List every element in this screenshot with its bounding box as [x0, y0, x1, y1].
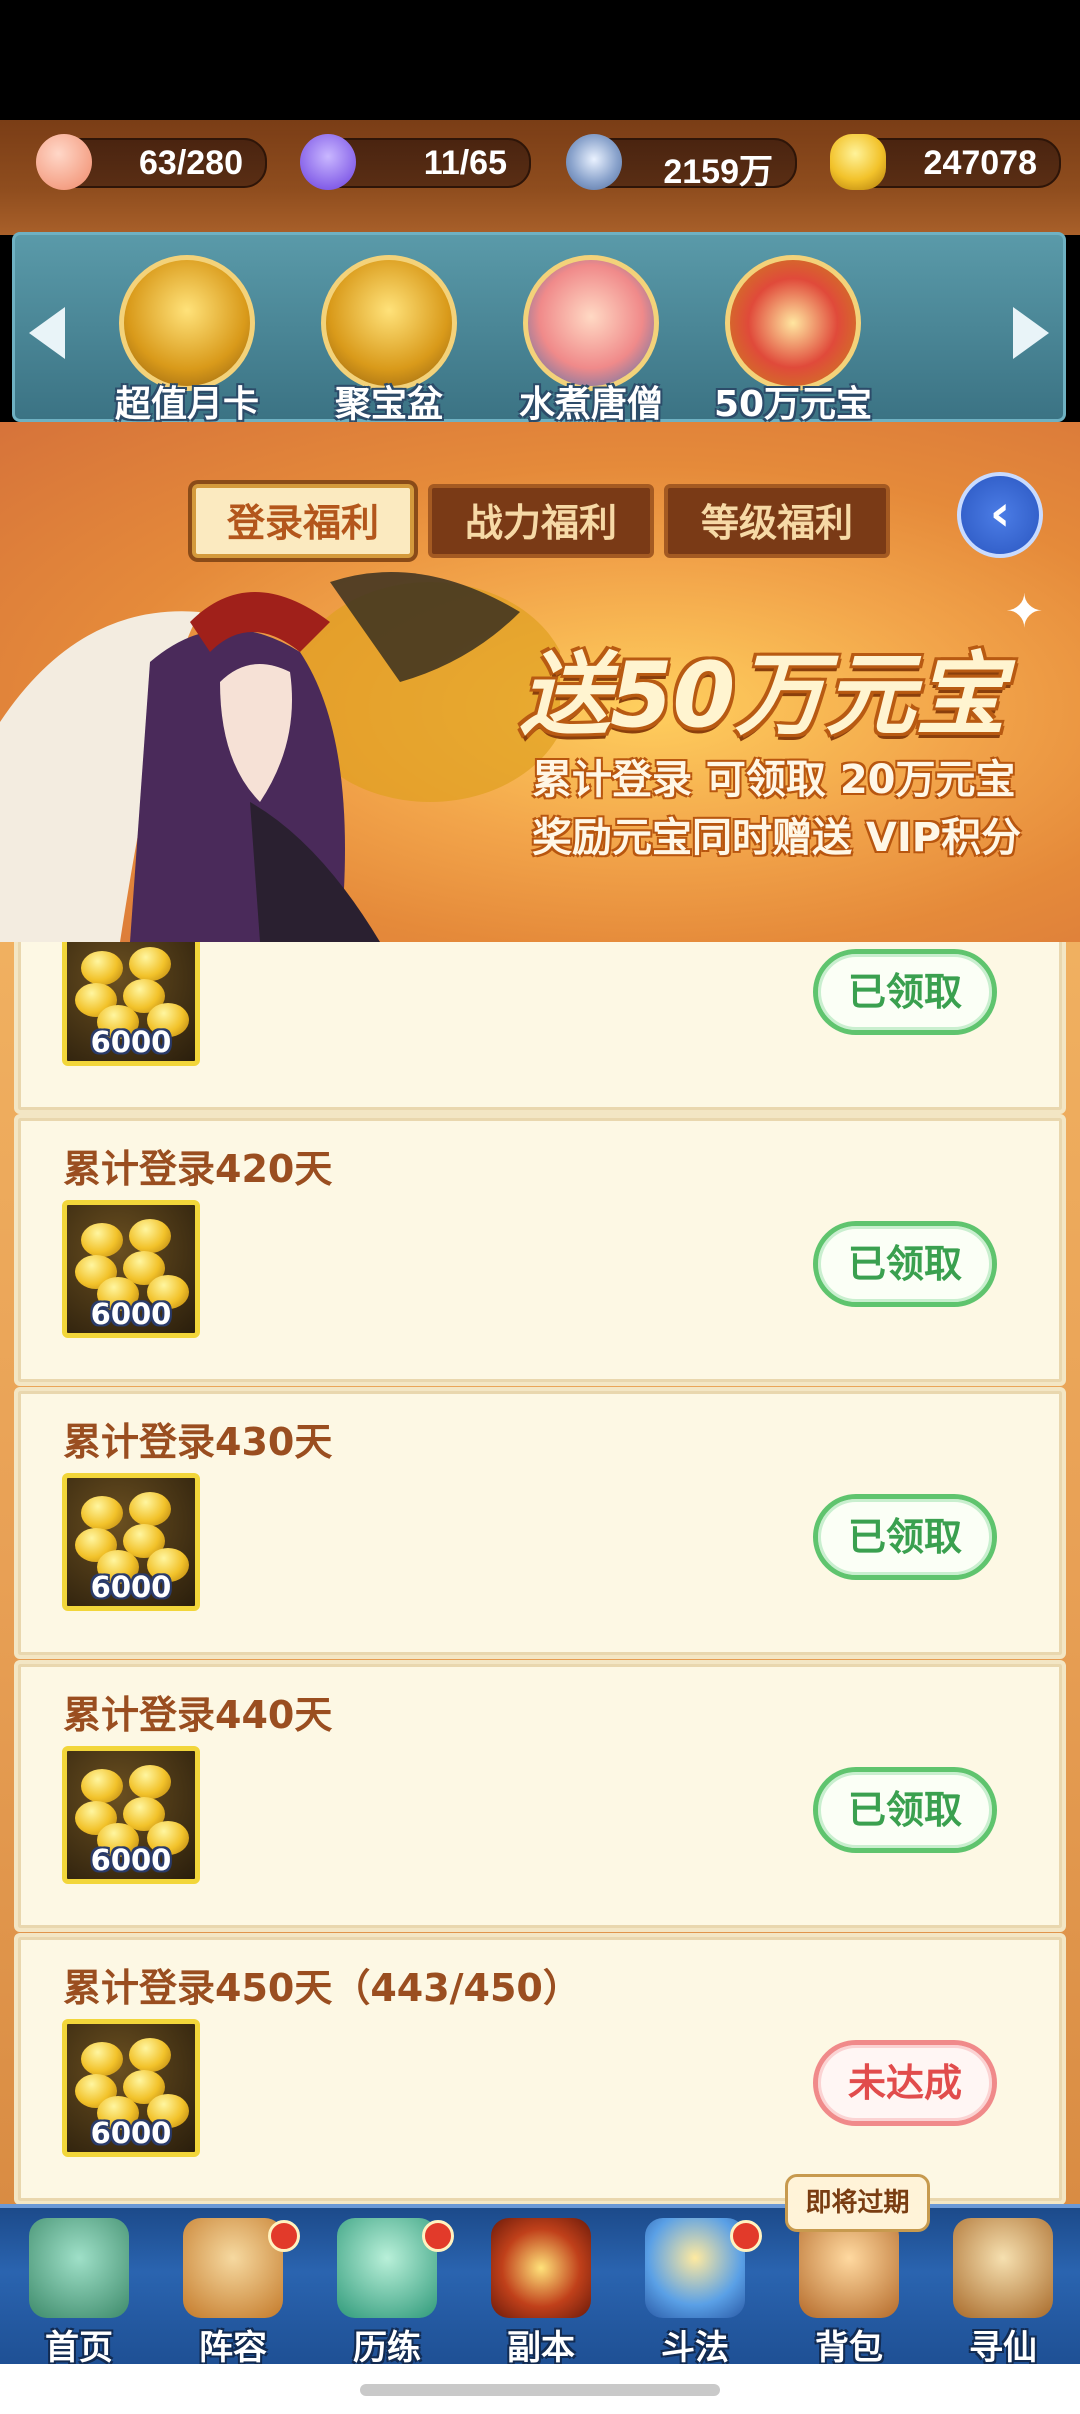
- gold-ingot-reward-icon: 6000: [62, 942, 200, 1066]
- reward-title: 累计登录440天: [63, 1693, 333, 1737]
- nav-label: 阵容: [199, 2328, 267, 2368]
- treasure-bowl-icon: [321, 255, 457, 391]
- status-bar: [0, 0, 1080, 120]
- monk-icon: [523, 255, 659, 391]
- gold-ingot-icon: [830, 134, 886, 190]
- shortcut-label: 超值月卡: [114, 384, 259, 425]
- nav-bag[interactable]: 背包: [772, 2208, 926, 2368]
- nav-label: 斗法: [661, 2328, 729, 2368]
- claimed-button[interactable]: 已领取: [813, 1494, 997, 1580]
- notification-dot: [422, 2220, 454, 2252]
- stamina-value: 63/280: [139, 144, 243, 182]
- reward-title: 累计登录450天（443/450）: [63, 1966, 581, 2010]
- banner-line-1: 累计登录 可领取 20万元宝: [532, 757, 1016, 803]
- claimed-button[interactable]: 已领取: [813, 1221, 997, 1307]
- nav-scroll[interactable]: 寻仙: [926, 2208, 1080, 2368]
- resource-bar: 63/280 11/65 2159万 247078: [0, 120, 1080, 235]
- spirit-value: 11/65: [423, 144, 507, 182]
- banner-title: 送50万元宝: [520, 643, 1006, 748]
- dungeon-icon: [491, 2218, 591, 2318]
- gold-ingot-reward-icon: 6000: [62, 1473, 200, 1611]
- nav-label: 副本: [507, 2328, 575, 2368]
- reward-quantity: 6000: [90, 1843, 172, 1877]
- peach-icon: [36, 134, 92, 190]
- shortcut-monk[interactable]: 水煮唐僧: [511, 255, 671, 425]
- arrow-right-icon[interactable]: [1013, 307, 1049, 359]
- banner-line-2: 奖励元宝同时赠送 VIP积分: [532, 815, 1022, 861]
- shortcut-label: 50万元宝: [713, 384, 873, 425]
- bag-icon: [799, 2218, 899, 2318]
- gold-chest-icon: [725, 255, 861, 391]
- reward-list[interactable]: 6000 已领取 累计登录420天 6000 已领取 累计登录430天 6000…: [0, 942, 1080, 2204]
- nav-label: 历练: [353, 2328, 421, 2368]
- coin-icon: [566, 134, 622, 190]
- coin-counter[interactable]: 2159万: [566, 134, 797, 191]
- event-banner: 登录福利 战力福利 等级福利 ‹ ✦ 送50万元宝 累计登录 可领取 20万元宝…: [0, 422, 1080, 942]
- reward-quantity: 6000: [90, 1297, 172, 1331]
- nav-lineup[interactable]: 阵容: [156, 2208, 310, 2368]
- ingot-counter[interactable]: 247078: [830, 134, 1061, 190]
- coin-value: 2159万: [663, 153, 773, 191]
- shortcut-treasure-bowl[interactable]: 聚宝盆: [309, 255, 469, 425]
- reward-quantity: 6000: [90, 1570, 172, 1604]
- gold-ingot-reward-icon: 6000: [62, 1746, 200, 1884]
- back-button[interactable]: ‹: [957, 472, 1043, 558]
- shortcut-label: 水煮唐僧: [518, 384, 663, 425]
- reward-quantity: 6000: [90, 2116, 172, 2150]
- stamina-counter[interactable]: 63/280: [36, 134, 267, 190]
- nav-label: 背包: [815, 2328, 883, 2368]
- hero-character-image: [0, 572, 560, 942]
- activity-carousel: 超值月卡 聚宝盆 水煮唐僧 50万元宝: [12, 232, 1066, 425]
- not-achieved-button[interactable]: 未达成: [813, 2040, 997, 2126]
- reward-title: 累计登录430天: [63, 1420, 333, 1464]
- reward-card: 累计登录450天（443/450） 6000 未达成: [14, 1933, 1066, 2204]
- arrow-left-icon[interactable]: [29, 307, 65, 359]
- reward-card: 累计登录440天 6000 已领取: [14, 1660, 1066, 1932]
- reward-card: 累计登录430天 6000 已领取: [14, 1387, 1066, 1659]
- notification-dot: [268, 2220, 300, 2252]
- month-card-icon: [119, 255, 255, 391]
- home-icon: [29, 2218, 129, 2318]
- back-arrow-icon: ‹: [989, 484, 1011, 542]
- home-indicator[interactable]: [360, 2384, 720, 2396]
- shortcut-month-card[interactable]: 超值月卡: [107, 255, 267, 425]
- nav-home[interactable]: 首页: [2, 2208, 156, 2368]
- gold-ingot-reward-icon: 6000: [62, 2019, 200, 2157]
- spirit-counter[interactable]: 11/65: [300, 134, 531, 190]
- tab-level-welfare[interactable]: 等级福利: [664, 484, 890, 558]
- claimed-button[interactable]: 已领取: [813, 1767, 997, 1853]
- reward-title: 累计登录420天: [63, 1147, 333, 1191]
- notification-dot: [730, 2220, 762, 2252]
- nav-dungeon[interactable]: 副本: [464, 2208, 618, 2368]
- gold-ingot-reward-icon: 6000: [62, 1200, 200, 1338]
- nav-battle[interactable]: 斗法: [618, 2208, 772, 2368]
- claimed-button[interactable]: 已领取: [813, 949, 997, 1035]
- reward-card: 6000 已领取: [14, 942, 1066, 1114]
- scroll-icon: [953, 2218, 1053, 2318]
- expire-tooltip: 即将过期: [785, 2174, 930, 2232]
- reward-card: 累计登录420天 6000 已领取: [14, 1114, 1066, 1386]
- flame-icon: [300, 134, 356, 190]
- reward-quantity: 6000: [90, 1025, 172, 1059]
- shortcut-label: 聚宝盆: [334, 384, 443, 425]
- sparkle-icon: ✦: [1005, 584, 1044, 638]
- shortcut-gold-chest[interactable]: 50万元宝: [713, 255, 873, 425]
- ingot-value: 247078: [923, 144, 1037, 182]
- nav-label: 寻仙: [969, 2328, 1037, 2368]
- nav-training[interactable]: 历练: [310, 2208, 464, 2368]
- nav-label: 首页: [45, 2328, 113, 2368]
